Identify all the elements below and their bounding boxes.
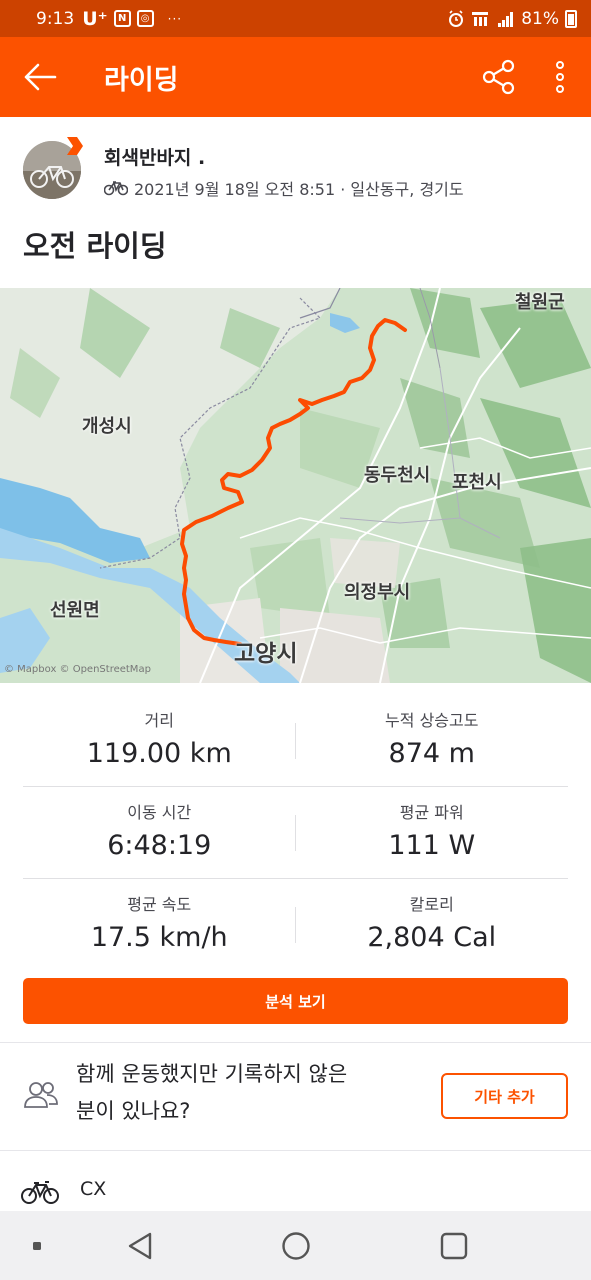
stat-value: 2,804 Cal: [367, 922, 497, 953]
date-location: 2021년 9월 18일 오전 8:51 · 일산동구, 경기도: [134, 180, 464, 199]
stat-divider: [295, 815, 296, 851]
stat-elevation-gain: 누적 상승고도 874 m: [296, 695, 569, 786]
triangle-back-icon: [128, 1232, 152, 1259]
stat-label: 평균 파워: [399, 803, 464, 822]
map-label-gaeseong: 개성시: [82, 416, 132, 437]
nav-back-button[interactable]: [112, 1211, 168, 1280]
stat-value: 17.5 km/h: [90, 922, 228, 953]
stat-moving-time: 이동 시간 6:48:19: [23, 787, 296, 878]
stat-calories: 칼로리 2,804 Cal: [296, 879, 569, 971]
map-label-dongducheon: 동두천시: [364, 465, 431, 486]
share-icon: [482, 59, 515, 95]
circle-home-icon: [282, 1231, 310, 1260]
map-canvas: [0, 288, 591, 683]
back-button[interactable]: [0, 37, 80, 117]
map-label-pocheon: 포천시: [452, 472, 502, 493]
stat-label: 칼로리: [409, 895, 454, 914]
group-prompt-line1: 함께 운동했지만 기록하지 않은: [76, 1062, 348, 1086]
map-label-seonwon: 선원면: [50, 600, 100, 621]
stat-value: 119.00 km: [86, 738, 232, 769]
group-icon: [24, 1082, 58, 1108]
status-bar: 9:13 U⁺ N ◎ ··· 81%: [0, 0, 591, 37]
more-options-button[interactable]: [529, 37, 591, 117]
stat-label: 평균 속도: [127, 895, 192, 914]
stat-distance: 거리 119.00 km: [23, 695, 296, 786]
stat-label: 누적 상승고도: [385, 711, 479, 730]
stat-divider: [295, 907, 296, 943]
arrow-left-icon: [24, 63, 57, 91]
page-title: 라이딩: [104, 64, 179, 96]
group-prompt: 함께 운동했지만 기록하지 않은 분이 있나요?: [76, 1056, 416, 1130]
more-notifications-icon: ···: [167, 11, 183, 26]
app-bar: 라이딩: [0, 37, 591, 117]
status-right: 81%: [447, 9, 577, 29]
map-label-cheorwon: 철원군: [515, 292, 565, 313]
square-recents-icon: [440, 1232, 468, 1259]
notification-n-icon: N: [113, 10, 131, 27]
stat-value: 874 m: [388, 738, 475, 769]
nav-home-button[interactable]: [268, 1211, 324, 1280]
map-label-uijeongbu: 의정부시: [344, 582, 411, 603]
share-button[interactable]: [469, 37, 529, 117]
divider: [0, 1042, 591, 1043]
stat-divider: [295, 723, 296, 759]
stats-grid: 거리 119.00 km 누적 상승고도 874 m 이동 시간 6:48:19…: [23, 695, 568, 971]
activity-title: 오전 라이딩: [23, 229, 167, 263]
stat-avg-power: 평균 파워 111 W: [296, 787, 569, 878]
activity-header: 회색반바지 . 2021년 9월 18일 오전 8:51 · 일산동구, 경기도…: [0, 117, 591, 287]
battery-percent: 81%: [521, 8, 559, 29]
group-prompt-line2: 분이 있나요?: [76, 1099, 191, 1123]
system-nav-bar: [0, 1211, 591, 1280]
carrier-label: U⁺: [82, 7, 108, 30]
network-icon: [472, 11, 489, 26]
route-map[interactable]: 철원군 개성시 동두천시 포천시 의정부시 선원면 고양시 © Mapbox ©…: [0, 288, 591, 683]
status-time: 9:13: [36, 8, 75, 29]
stat-value: 6:48:19: [107, 830, 212, 861]
alarm-icon: [449, 9, 464, 27]
stat-value: 111 W: [388, 830, 476, 861]
nav-recents-button[interactable]: [426, 1211, 482, 1280]
stats-row: 평균 속도 17.5 km/h 칼로리 2,804 Cal: [23, 879, 568, 971]
bike-icon: [104, 181, 128, 196]
nav-menu-button[interactable]: [22, 1211, 52, 1280]
add-others-button[interactable]: 기타 추가: [441, 1073, 568, 1119]
stat-avg-speed: 평균 속도 17.5 km/h: [23, 879, 296, 971]
more-vertical-icon: [556, 61, 564, 93]
stats-row: 거리 119.00 km 누적 상승고도 874 m: [23, 695, 568, 787]
bike-icon: [21, 1181, 59, 1204]
gear-label[interactable]: CX: [80, 1178, 106, 1200]
athlete-name[interactable]: 회색반바지 .: [104, 143, 205, 170]
stat-label: 이동 시간: [127, 803, 192, 822]
dot-icon: [33, 1241, 41, 1250]
subscriber-badge-icon: [67, 137, 83, 155]
divider: [0, 1150, 591, 1151]
signal-icon: [498, 11, 514, 27]
stat-label: 거리: [144, 711, 174, 730]
stats-row: 이동 시간 6:48:19 평균 파워 111 W: [23, 787, 568, 879]
map-attribution[interactable]: © Mapbox © OpenStreetMap: [4, 664, 151, 675]
battery-icon: [565, 9, 577, 28]
map-label-goyang: 고양시: [234, 641, 298, 667]
view-analysis-button[interactable]: 분석 보기: [23, 978, 568, 1024]
notification-app-icon: ◎: [136, 10, 154, 27]
activity-meta: 2021년 9월 18일 오전 8:51 · 일산동구, 경기도: [104, 176, 464, 200]
